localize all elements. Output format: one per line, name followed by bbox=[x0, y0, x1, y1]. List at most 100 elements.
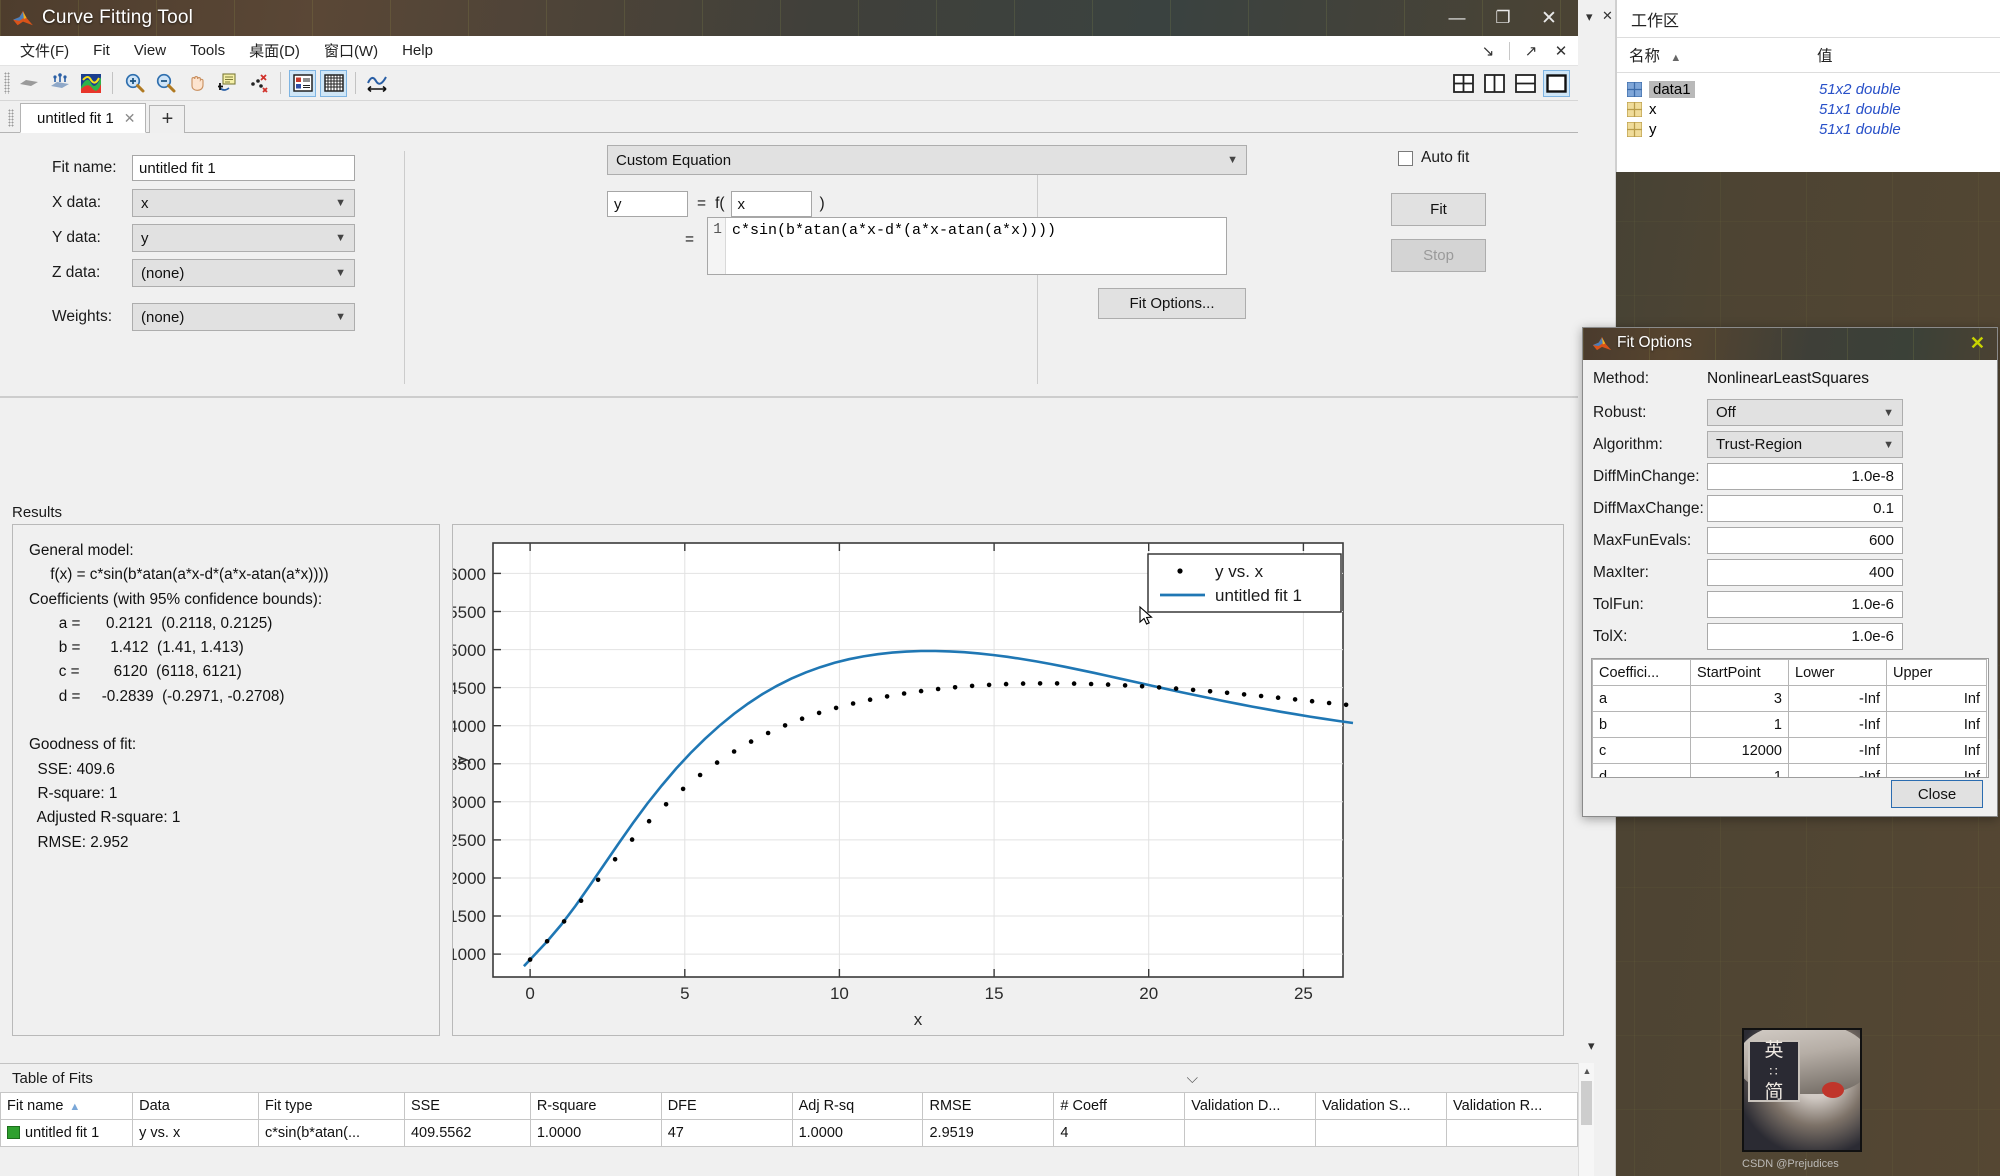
menu-help[interactable]: Help bbox=[390, 39, 445, 62]
algorithm-select[interactable]: Trust-Region ▼ bbox=[1707, 431, 1903, 458]
maxfunevals-input[interactable]: 600 bbox=[1707, 527, 1903, 554]
minimize-button[interactable]: — bbox=[1434, 0, 1480, 36]
list-item[interactable]: y 51x1 double bbox=[1617, 119, 2000, 139]
fit-plot-panel[interactable]: 10001500 20002500 30003500 40004500 5000… bbox=[452, 524, 1564, 1036]
restore-button[interactable]: ❐ bbox=[1480, 0, 1526, 36]
dock-close-icon[interactable]: ✕ bbox=[1602, 8, 1613, 24]
coef-lower-c[interactable]: -Inf bbox=[1789, 738, 1887, 764]
custom-equation-editor[interactable]: 1 c*sin(b*atan(a*x-d*(a*x-atan(a*x)))) bbox=[707, 217, 1227, 275]
col-sse[interactable]: SSE bbox=[404, 1093, 530, 1120]
list-item[interactable]: data1 51x2 double bbox=[1617, 79, 2000, 99]
robust-select[interactable]: Off ▼ bbox=[1707, 399, 1903, 426]
add-fit-tab-button[interactable]: + bbox=[149, 105, 185, 133]
menu-tools[interactable]: Tools bbox=[178, 39, 237, 62]
dock-menu-icon[interactable]: ▾ bbox=[1586, 9, 1593, 25]
fit-type-select[interactable]: Custom Equation ▼ bbox=[607, 145, 1247, 175]
pan-icon[interactable] bbox=[183, 70, 210, 97]
fit-options-button[interactable]: Fit Options... bbox=[1098, 288, 1246, 319]
dock-collapse-icon[interactable]: ▾ bbox=[1588, 1038, 1595, 1054]
coef-start-c[interactable]: 12000 bbox=[1691, 738, 1789, 764]
menu-window[interactable]: 窗口(W) bbox=[312, 37, 390, 64]
exclude-points-icon[interactable] bbox=[46, 70, 73, 97]
col-validation-r[interactable]: Validation R... bbox=[1447, 1093, 1578, 1120]
auto-fit-row[interactable]: Auto fit bbox=[1398, 149, 1469, 167]
fit-name-input[interactable]: untitled fit 1 bbox=[132, 155, 355, 181]
layout-two-row-icon[interactable] bbox=[1512, 70, 1539, 97]
layout-results-icon[interactable] bbox=[289, 70, 316, 97]
cell-validation-d bbox=[1185, 1120, 1316, 1147]
fit-options-close-icon[interactable]: ✕ bbox=[1970, 333, 1985, 354]
col-num-coeff[interactable]: # Coeff bbox=[1054, 1093, 1185, 1120]
toolbar-grip[interactable] bbox=[4, 72, 10, 94]
close-icon[interactable]: ✕ bbox=[1552, 42, 1570, 60]
dock-arrow-icon[interactable]: ↘ bbox=[1479, 42, 1497, 60]
col-r-square[interactable]: R-square bbox=[530, 1093, 661, 1120]
zoom-out-icon[interactable] bbox=[152, 70, 179, 97]
layout-single-icon[interactable] bbox=[1543, 70, 1570, 97]
maxiter-input[interactable]: 400 bbox=[1707, 559, 1903, 586]
fit-options-close-button[interactable]: Close bbox=[1891, 780, 1983, 808]
diffminchange-input[interactable]: 1.0e-8 bbox=[1707, 463, 1903, 490]
diffmaxchange-input[interactable]: 0.1 bbox=[1707, 495, 1903, 522]
panel-options-icon[interactable]: ⌵ bbox=[1187, 1070, 1198, 1087]
coef-lower-a[interactable]: -Inf bbox=[1789, 686, 1887, 712]
coef-start-b[interactable]: 1 bbox=[1691, 712, 1789, 738]
tab-close-icon[interactable]: ✕ bbox=[124, 110, 136, 127]
coef-col-startpoint[interactable]: StartPoint bbox=[1691, 660, 1789, 686]
menu-view[interactable]: View bbox=[122, 39, 178, 62]
list-item[interactable]: x 51x1 double bbox=[1617, 99, 2000, 119]
rhs-input[interactable]: x bbox=[731, 191, 812, 217]
layout-four-icon[interactable] bbox=[1450, 70, 1477, 97]
close-button[interactable]: ✕ bbox=[1526, 0, 1572, 36]
layout-grid-icon[interactable] bbox=[320, 70, 347, 97]
residuals-plot-icon[interactable] bbox=[364, 70, 391, 97]
surface-plot-icon[interactable] bbox=[77, 70, 104, 97]
col-adj-r-sq[interactable]: Adj R-sq bbox=[792, 1093, 923, 1120]
z-data-select[interactable]: (none) ▼ bbox=[132, 259, 355, 287]
coef-start-d[interactable]: 1 bbox=[1691, 764, 1789, 779]
tab-untitled-fit-1[interactable]: untitled fit 1 ✕ bbox=[20, 103, 146, 133]
col-fit-type[interactable]: Fit type bbox=[258, 1093, 404, 1120]
exclude-icon[interactable] bbox=[245, 70, 272, 97]
scrollbar-thumb[interactable] bbox=[1581, 1081, 1592, 1125]
fit-button[interactable]: Fit bbox=[1391, 193, 1486, 226]
coef-upper-a[interactable]: Inf bbox=[1887, 686, 1987, 712]
coef-start-a[interactable]: 3 bbox=[1691, 686, 1789, 712]
layout-two-col-icon[interactable] bbox=[1481, 70, 1508, 97]
data-cursor-icon[interactable] bbox=[214, 70, 241, 97]
coef-upper-b[interactable]: Inf bbox=[1887, 712, 1987, 738]
coef-upper-d[interactable]: Inf bbox=[1887, 764, 1987, 779]
exclude-outliers-icon[interactable] bbox=[15, 70, 42, 97]
col-rmse[interactable]: RMSE bbox=[923, 1093, 1054, 1120]
auto-fit-checkbox[interactable] bbox=[1398, 151, 1413, 166]
col-data[interactable]: Data bbox=[133, 1093, 259, 1120]
undock-icon[interactable]: ↗ bbox=[1522, 42, 1540, 60]
coef-col-upper[interactable]: Upper bbox=[1887, 660, 1987, 686]
tabstrip-grip[interactable] bbox=[8, 109, 14, 127]
zoom-in-icon[interactable] bbox=[121, 70, 148, 97]
workspace-col-name[interactable]: 名称 ▲ bbox=[1617, 38, 1805, 72]
menu-desktop[interactable]: 桌面(D) bbox=[237, 37, 312, 64]
x-data-select[interactable]: x ▼ bbox=[132, 189, 355, 217]
tolx-input[interactable]: 1.0e-6 bbox=[1707, 623, 1903, 650]
coef-lower-d[interactable]: -Inf bbox=[1789, 764, 1887, 779]
tolfun-input[interactable]: 1.0e-6 bbox=[1707, 591, 1903, 618]
workspace-table-header: 名称 ▲ 值 bbox=[1617, 37, 2000, 73]
lhs-input[interactable]: y bbox=[607, 191, 688, 217]
menu-fit[interactable]: Fit bbox=[81, 39, 122, 62]
col-validation-d[interactable]: Validation D... bbox=[1185, 1093, 1316, 1120]
col-fit-name[interactable]: Fit name▲ bbox=[1, 1093, 133, 1120]
col-dfe[interactable]: DFE bbox=[661, 1093, 792, 1120]
col-validation-s[interactable]: Validation S... bbox=[1316, 1093, 1447, 1120]
y-data-select[interactable]: y ▼ bbox=[132, 224, 355, 252]
coef-upper-c[interactable]: Inf bbox=[1887, 738, 1987, 764]
table-of-fits-scrollbar[interactable]: ▲ bbox=[1578, 1063, 1594, 1176]
workspace-col-value[interactable]: 值 bbox=[1805, 38, 2000, 72]
coef-lower-b[interactable]: -Inf bbox=[1789, 712, 1887, 738]
weights-select[interactable]: (none) ▼ bbox=[132, 303, 355, 331]
coef-col-lower[interactable]: Lower bbox=[1789, 660, 1887, 686]
scroll-up-arrow-icon[interactable]: ▲ bbox=[1579, 1063, 1595, 1079]
menu-file[interactable]: 文件(F) bbox=[8, 37, 81, 64]
cell-fit-name[interactable]: untitled fit 1 bbox=[1, 1120, 133, 1147]
coef-col-name[interactable]: Coeffici... bbox=[1593, 660, 1691, 686]
